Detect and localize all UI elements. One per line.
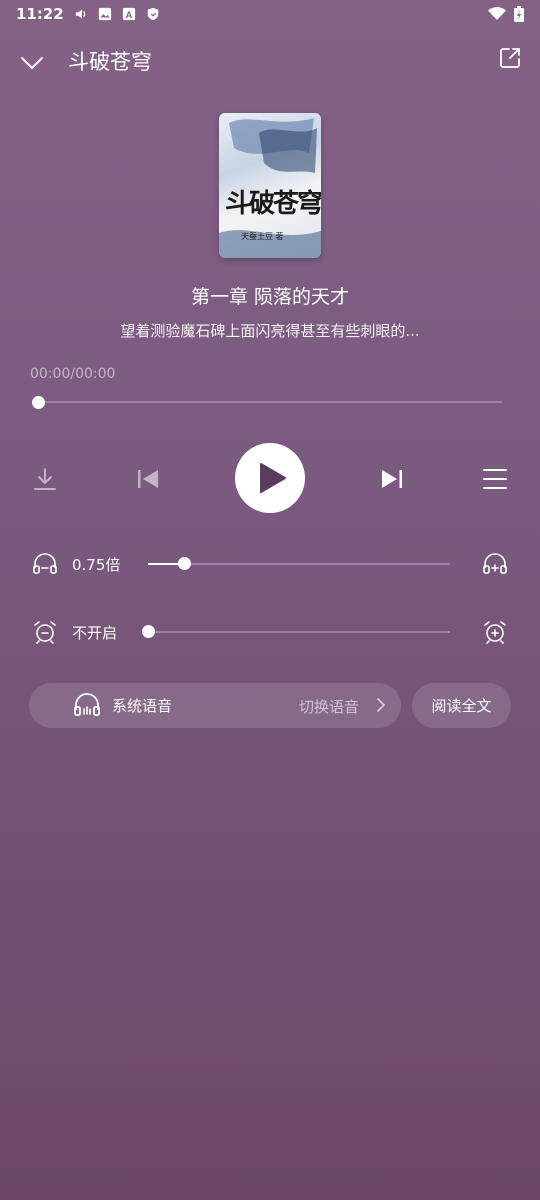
download-icon <box>34 468 56 490</box>
font-a-icon: A <box>122 7 135 21</box>
alarm-plus-icon[interactable] <box>482 620 508 644</box>
cover-title: 斗破苍穹 <box>225 189 321 219</box>
skip-previous-icon <box>138 470 158 488</box>
status-right <box>488 6 524 22</box>
status-time: 11:22 <box>16 5 64 23</box>
speed-thumb[interactable] <box>177 557 191 570</box>
timer-track[interactable] <box>148 631 450 633</box>
battery-icon <box>514 6 524 22</box>
read-full-text-button[interactable]: 阅读全文 <box>412 683 511 728</box>
list-icon <box>483 469 507 489</box>
cover-author: 天蚕土豆 著 <box>241 232 284 241</box>
previous-button[interactable] <box>133 464 163 494</box>
timer-row: 不开启 <box>0 612 540 652</box>
status-bar: 11:22 A <box>0 0 540 28</box>
speed-row: 0.75倍 <box>0 544 540 584</box>
svg-text:A: A <box>125 10 132 21</box>
alarm-minus-icon[interactable] <box>32 620 58 644</box>
switch-voice-link[interactable]: 切换语音 <box>299 696 359 717</box>
play-button[interactable] <box>235 443 305 513</box>
timer-label: 不开启 <box>72 624 118 642</box>
progress-track[interactable] <box>38 401 502 403</box>
headphones-minus-icon[interactable] <box>32 552 58 576</box>
volume-icon <box>75 9 86 19</box>
headphones-plus-icon[interactable] <box>482 552 508 576</box>
speed-track[interactable] <box>148 563 450 565</box>
next-button[interactable] <box>377 464 407 494</box>
chapter-title: 第一章 陨落的天才 <box>190 286 350 308</box>
page-title: 斗破苍穹 <box>68 50 152 74</box>
wifi-icon <box>488 7 506 20</box>
play-icon <box>259 463 286 493</box>
voice-selector[interactable]: 系统语音 切换语音 <box>29 683 401 728</box>
download-button[interactable] <box>30 464 60 494</box>
share-icon[interactable] <box>498 46 522 70</box>
headphones-icon <box>74 693 100 716</box>
skip-next-icon <box>382 470 402 488</box>
chapter-list-button[interactable] <box>480 464 510 494</box>
chapter-excerpt: 望着测验魔石碑上面闪亮得甚至有些刺眼的... <box>120 322 420 340</box>
chevron-down-icon[interactable] <box>18 50 46 74</box>
playback-time: 00:00/00:00 <box>30 366 116 382</box>
shield-icon <box>147 7 158 21</box>
progress-thumb[interactable] <box>31 396 45 409</box>
timer-thumb[interactable] <box>141 625 155 638</box>
voice-label: 系统语音 <box>112 697 173 715</box>
playback-controls <box>0 442 540 514</box>
speed-label: 0.75倍 <box>72 556 121 574</box>
book-cover: 斗破苍穹 天蚕土豆 著 <box>219 113 321 258</box>
top-bar: 斗破苍穹 <box>0 40 540 84</box>
chevron-right-icon <box>377 698 386 712</box>
image-icon <box>98 7 111 21</box>
